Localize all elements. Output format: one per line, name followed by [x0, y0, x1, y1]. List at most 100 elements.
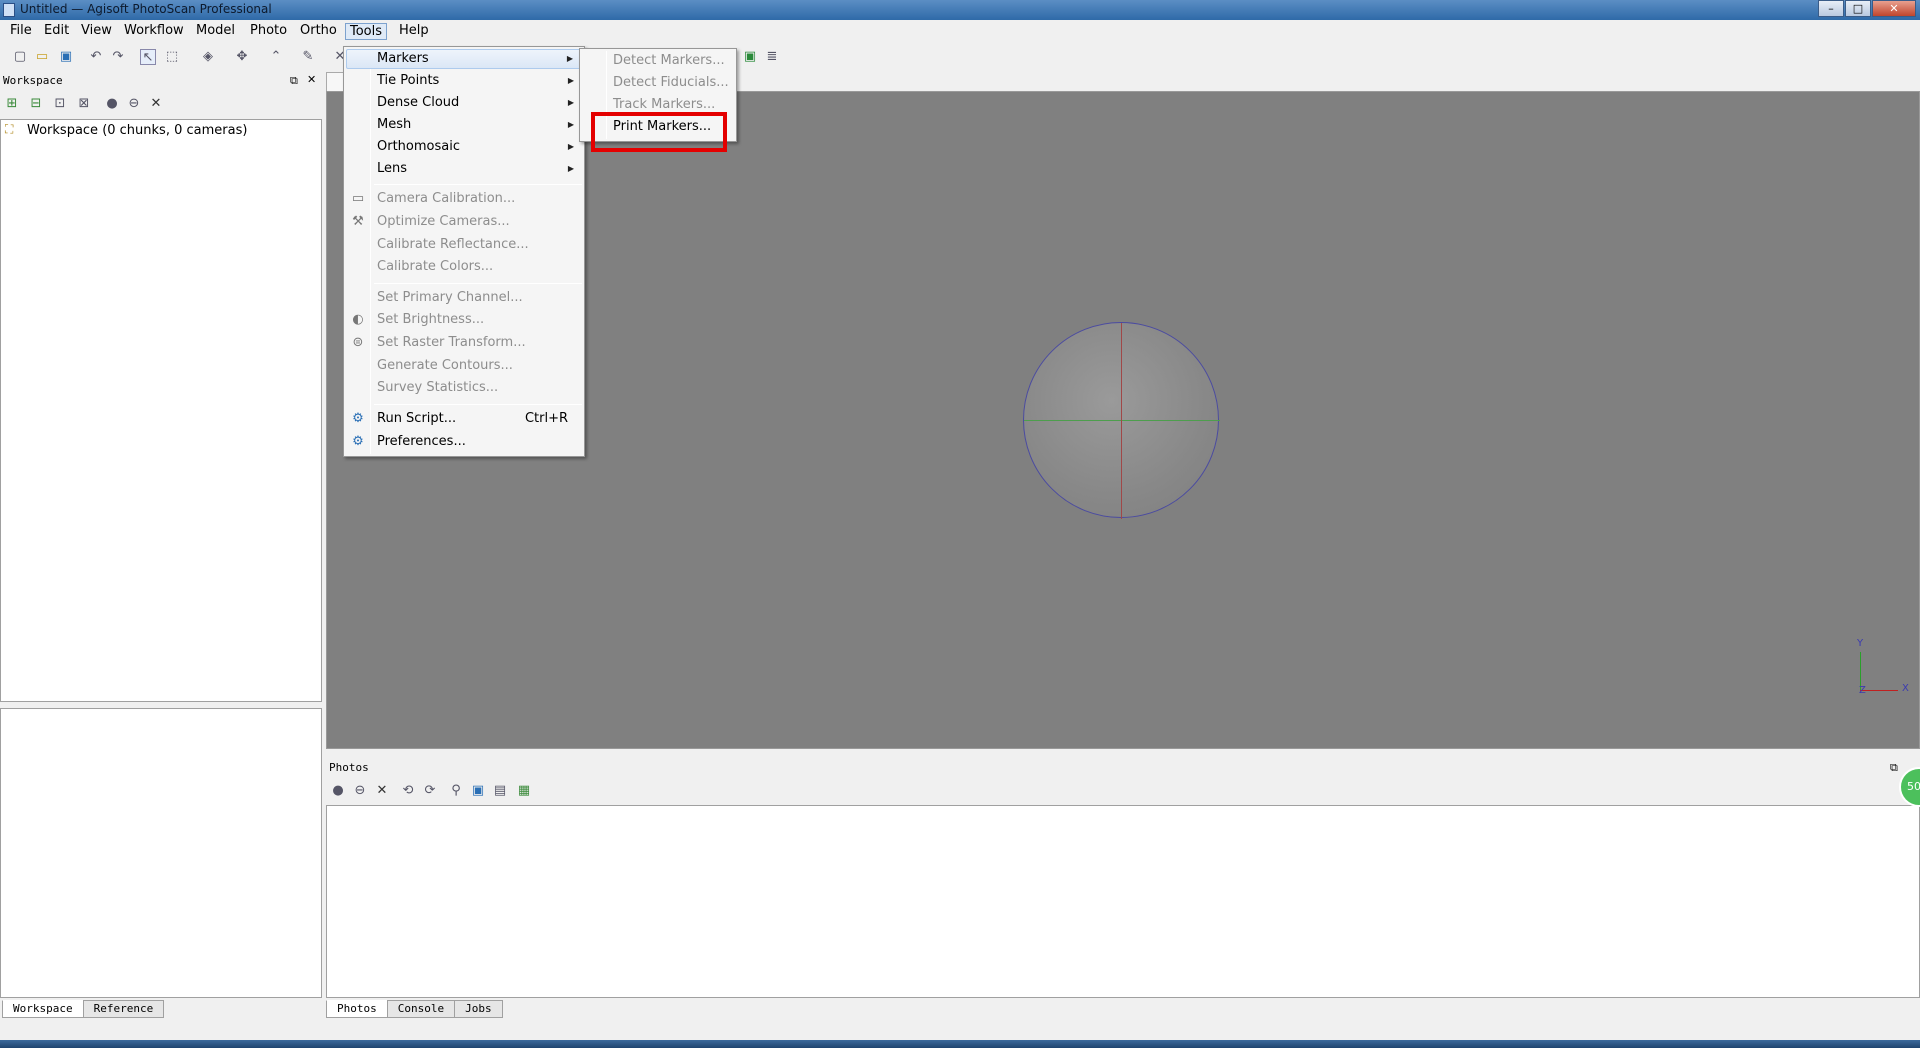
remove-photo-icon[interactable]: ✕: [374, 783, 390, 799]
submenu-arrow-icon: ▶: [567, 142, 574, 151]
menu-item-set-primary-channel[interactable]: Set Primary Channel...: [346, 288, 582, 308]
rotate-left-icon[interactable]: ⟲: [400, 783, 416, 799]
menu-item-label: Detect Fiducials...: [613, 75, 729, 90]
enable-photo-icon[interactable]: ●: [330, 783, 346, 799]
menu-item-preferences[interactable]: ⚙ Preferences...: [346, 432, 582, 452]
menu-help[interactable]: Help: [395, 23, 433, 40]
menu-item-label: Survey Statistics...: [377, 380, 499, 395]
menu-item-calibrate-reflectance[interactable]: Calibrate Reflectance...: [346, 235, 582, 255]
tab-workspace[interactable]: Workspace: [2, 1000, 84, 1018]
workspace-toolbar: ⊞ ⊟ ⊡ ⊠ ● ⊖ ✕: [0, 92, 322, 118]
navigation-tool-icon[interactable]: ↖: [140, 49, 156, 65]
menu-view[interactable]: View: [77, 23, 116, 40]
axis-indicator: Y X Z: [1856, 638, 1916, 698]
y-axis-label: Y: [1857, 638, 1864, 649]
menu-item-label: Detect Markers...: [613, 53, 725, 68]
redo-icon[interactable]: ↷: [110, 49, 126, 65]
submenu-arrow-icon: ▶: [567, 98, 574, 107]
menu-item-calibrate-colors[interactable]: Calibrate Colors...: [346, 257, 582, 277]
menu-ortho[interactable]: Ortho: [296, 23, 341, 40]
menu-model[interactable]: Model: [192, 23, 239, 40]
move-object-icon[interactable]: ✥: [234, 49, 250, 65]
grid-view-icon[interactable]: ≣: [764, 49, 780, 65]
minimize-button[interactable]: –: [1818, 0, 1844, 17]
workspace-panel-title: Workspace: [0, 72, 322, 90]
merge-chunks-icon[interactable]: ⊠: [76, 96, 92, 112]
float-panel-icon[interactable]: ⧉: [290, 74, 298, 88]
menu-item-label: Orthomosaic: [377, 139, 460, 154]
view-image-icon[interactable]: ▣: [742, 49, 758, 65]
menu-item-detect-markers[interactable]: Detect Markers...: [582, 51, 734, 71]
small-thumbnails-icon[interactable]: ▣: [470, 783, 486, 799]
highlight-box: [591, 112, 727, 152]
pencil-icon[interactable]: ✎: [300, 49, 316, 65]
tab-photos[interactable]: Photos: [326, 1000, 388, 1018]
menu-tools[interactable]: Tools: [345, 23, 388, 40]
menu-item-optimize-cameras[interactable]: ⚒ Optimize Cameras...: [346, 212, 582, 232]
tab-reference[interactable]: Reference: [82, 1000, 165, 1018]
new-document-icon[interactable]: ▢: [12, 49, 28, 65]
tab-console[interactable]: Console: [386, 1000, 456, 1018]
workspace-tree-item[interactable]: Workspace (0 chunks, 0 cameras): [27, 123, 247, 138]
menu-item-label: Set Raster Transform...: [377, 335, 526, 350]
close-button[interactable]: ✕: [1872, 0, 1916, 17]
menu-item-label: Calibrate Colors...: [377, 259, 494, 274]
tab-jobs[interactable]: Jobs: [454, 1000, 503, 1018]
workspace-icon: ⛶: [5, 122, 14, 136]
x-axis-label: X: [1902, 683, 1909, 694]
save-icon[interactable]: ▣: [58, 49, 74, 65]
large-thumbnails-icon[interactable]: ▤: [492, 783, 508, 799]
close-panel-icon[interactable]: ✕: [307, 73, 316, 86]
z-axis-label: Z: [1859, 685, 1866, 696]
rotation-trackball: [1023, 322, 1220, 519]
title-bar: Untitled — Agisoft PhotoScan Professiona…: [0, 0, 1920, 20]
menu-item-set-raster-transform[interactable]: ⊜ Set Raster Transform...: [346, 333, 582, 353]
rotate-right-icon[interactable]: ⟳: [422, 783, 438, 799]
undo-icon[interactable]: ↶: [88, 49, 104, 65]
disable-photo-icon[interactable]: ⊖: [352, 783, 368, 799]
menu-item-label: Preferences...: [377, 434, 466, 449]
menu-item-detect-fiducials[interactable]: Detect Fiducials...: [582, 73, 734, 93]
filter-icon[interactable]: ⚲: [448, 783, 464, 799]
maximize-button[interactable]: □: [1845, 0, 1871, 17]
rectangle-select-icon[interactable]: ⬚: [164, 49, 180, 65]
photos-list: [326, 805, 1920, 998]
script-icon: ⚙: [352, 411, 364, 426]
photos-tabs: Photos Console Jobs: [326, 1000, 503, 1018]
menu-item-label: Dense Cloud: [377, 95, 460, 110]
menu-item-markers[interactable]: Markers ▶: [346, 49, 582, 69]
disable-icon[interactable]: ⊖: [126, 96, 142, 112]
menu-item-run-script[interactable]: ⚙ Run Script... Ctrl+R: [346, 409, 582, 429]
menu-item-dense-cloud[interactable]: Dense Cloud ▶: [346, 93, 582, 113]
raster-transform-icon: ⊜: [352, 335, 364, 350]
menu-edit[interactable]: Edit: [40, 23, 73, 40]
rotate-object-icon[interactable]: ◈: [200, 49, 216, 65]
add-chunk-icon[interactable]: ⊞: [4, 96, 20, 112]
menu-separator: [374, 283, 582, 284]
menu-item-label: Markers: [377, 51, 429, 66]
menu-item-generate-contours[interactable]: Generate Contours...: [346, 356, 582, 376]
menu-item-tie-points[interactable]: Tie Points ▶: [346, 71, 582, 91]
submenu-arrow-icon: ▶: [567, 120, 574, 129]
menu-item-mesh[interactable]: Mesh ▶: [346, 115, 582, 135]
float-photos-panel-icon[interactable]: ⧉: [1890, 761, 1898, 775]
menu-item-label: Run Script...: [377, 411, 457, 426]
menu-workflow[interactable]: Workflow: [120, 23, 188, 40]
view-mode-icon[interactable]: ▦: [516, 783, 532, 799]
window-title: Untitled — Agisoft PhotoScan Professiona…: [20, 2, 272, 16]
ruler-icon[interactable]: ⌃: [268, 49, 284, 65]
menu-item-label: Lens: [377, 161, 408, 176]
menu-file[interactable]: File: [6, 23, 36, 40]
menu-item-orthomosaic[interactable]: Orthomosaic ▶: [346, 137, 582, 157]
open-folder-icon[interactable]: ▭: [34, 49, 50, 65]
add-folder-icon[interactable]: ⊡: [52, 96, 68, 112]
workspace-tabs: Workspace Reference: [2, 1000, 165, 1018]
remove-icon[interactable]: ✕: [148, 96, 164, 112]
menu-item-set-brightness[interactable]: ◐ Set Brightness...: [346, 310, 582, 330]
add-photos-icon[interactable]: ⊟: [28, 96, 44, 112]
menu-photo[interactable]: Photo: [246, 23, 291, 40]
menu-item-survey-statistics[interactable]: Survey Statistics...: [346, 378, 582, 398]
menu-item-lens[interactable]: Lens ▶: [346, 159, 582, 179]
enable-icon[interactable]: ●: [104, 96, 120, 112]
menu-item-camera-calibration[interactable]: ▭ Camera Calibration...: [346, 189, 582, 209]
